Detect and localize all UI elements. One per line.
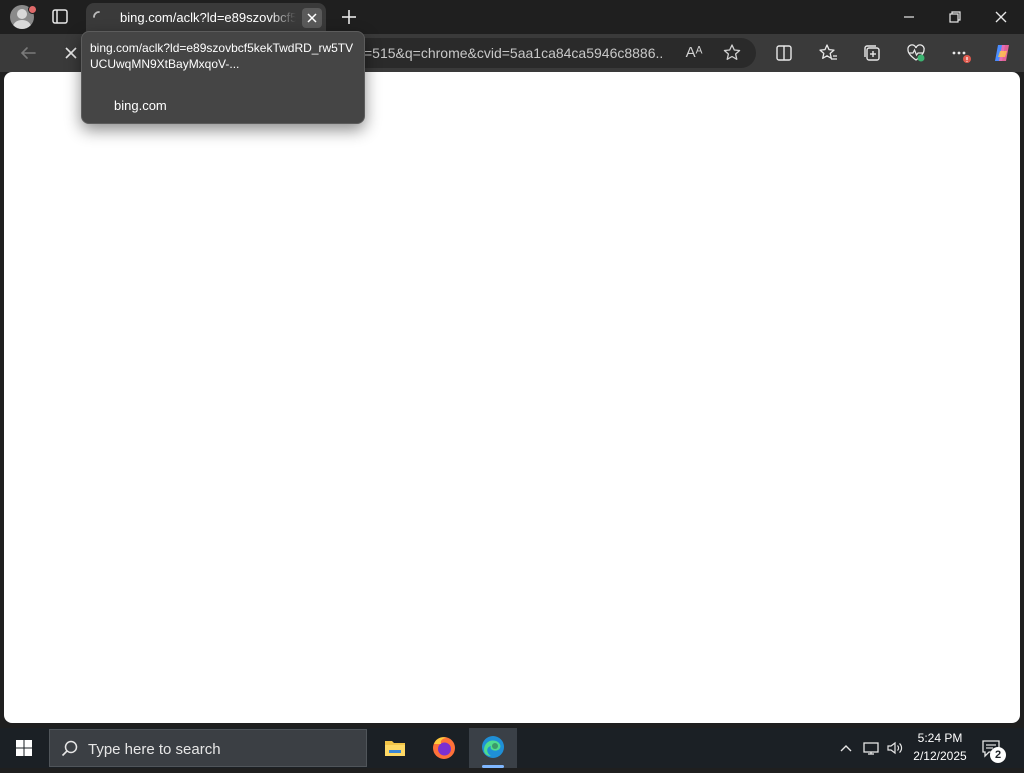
more-button[interactable]: [948, 41, 972, 65]
plus-icon: [342, 10, 356, 24]
firefox-button[interactable]: [420, 728, 468, 768]
star-icon: [723, 44, 741, 60]
tab-title: bing.com/aclk?ld=e89szovbcf5kekTwdRD_rw5…: [120, 10, 296, 25]
tooltip-url: bing.com/aclk?ld=e89szovbcf5kekTwdRD_rw5…: [90, 41, 354, 71]
search-icon: [60, 739, 80, 759]
collections-icon: [864, 45, 880, 61]
tab-close-button[interactable]: [302, 8, 322, 28]
restore-button[interactable]: [938, 4, 972, 30]
tab-hover-tooltip: bing.com/aclk?ld=e89szovbcf5kekTwdRD_rw5…: [81, 31, 365, 124]
search-placeholder: Type here to search: [88, 741, 221, 758]
network-button[interactable]: [861, 739, 881, 757]
taskbar-search-box[interactable]: Type here to search: [49, 729, 367, 767]
file-explorer-icon: [385, 741, 405, 756]
tab-actions-icon[interactable]: [48, 6, 72, 28]
windows-logo-icon: [16, 740, 32, 756]
file-explorer-button[interactable]: [371, 728, 419, 768]
firefox-icon: [433, 737, 455, 759]
read-aloud-icon[interactable]: Aᴬ: [682, 41, 706, 65]
stop-loading-button[interactable]: [59, 41, 83, 65]
clock-time[interactable]: 5:24 PM: [906, 731, 974, 745]
tab-active[interactable]: bing.com/aclk?ld=e89szovbcf5kekTwdRD_rw5…: [86, 3, 326, 34]
edge-button[interactable]: [469, 728, 517, 768]
favorites-icon: [819, 44, 837, 60]
close-icon: [995, 11, 1007, 23]
back-icon: [20, 47, 36, 59]
title-bar: bing.com/aclk?ld=e89szovbcf5kekTwdRD_rw5…: [0, 0, 1024, 34]
profile-notification-dot: [28, 5, 37, 14]
stop-icon: [65, 47, 77, 59]
favorite-star-button[interactable]: [720, 41, 744, 65]
start-button[interactable]: [0, 728, 48, 768]
split-screen-icon: [776, 45, 792, 61]
close-window-button[interactable]: [984, 4, 1018, 30]
minimize-button[interactable]: [892, 4, 926, 30]
network-icon: [863, 742, 879, 755]
notification-count-badge: 2: [990, 747, 1006, 763]
copilot-icon: [995, 45, 1009, 61]
back-button[interactable]: [16, 41, 40, 65]
volume-button[interactable]: [885, 739, 905, 757]
chevron-up-icon: [840, 745, 852, 752]
favorites-button[interactable]: [816, 41, 840, 65]
browser-essentials-button[interactable]: [904, 41, 928, 65]
minimize-icon: [904, 16, 914, 18]
new-tab-button[interactable]: [338, 6, 360, 28]
show-hidden-icons-button[interactable]: [838, 739, 854, 757]
tooltip-domain: bing.com: [114, 98, 167, 113]
edge-icon: [482, 736, 504, 758]
collections-button[interactable]: [860, 41, 884, 65]
page-content: [4, 72, 1020, 723]
volume-icon: [887, 741, 903, 755]
copilot-button[interactable]: [990, 41, 1014, 65]
browser-essentials-icon: [907, 44, 925, 62]
address-bar-url[interactable]: =515&q=chrome&cvid=5aa1ca84ca5946c8886..…: [364, 45, 664, 63]
taskbar: Type here to search 5:24 PM 2/12/2025 2: [0, 728, 1024, 768]
more-icon: [952, 51, 971, 63]
clock-date[interactable]: 2/12/2025: [906, 749, 974, 763]
restore-icon: [949, 11, 961, 23]
close-icon: [307, 13, 317, 23]
split-screen-button[interactable]: [772, 41, 796, 65]
loading-spinner-icon: [92, 10, 106, 24]
